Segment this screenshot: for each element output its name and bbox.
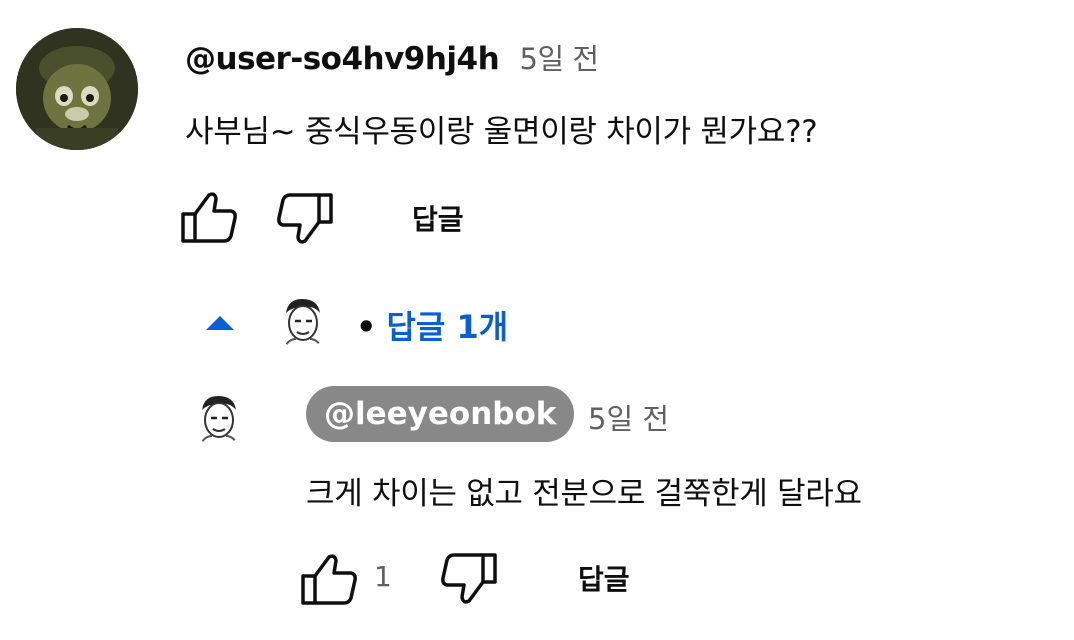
comment-text: 사부님~ 중식우동이랑 울면이랑 차이가 뭔가요?? — [185, 114, 818, 150]
reply-like-count: 1 — [374, 560, 392, 593]
toggle-bullet: • — [356, 308, 377, 346]
replies-toggle-label: 답글 1개 — [386, 308, 509, 346]
reply-button[interactable]: 답글 — [412, 198, 464, 238]
like-button[interactable] — [180, 190, 238, 248]
comment-time[interactable]: 5일 전 — [520, 42, 600, 76]
like-icon — [181, 192, 237, 243]
replier-avatar-preview — [274, 293, 330, 349]
reply-text: 크게 차이는 없고 전분으로 걸쭉한게 달라요 — [306, 476, 862, 512]
collapse-replies-button[interactable] — [204, 314, 236, 336]
commenter-avatar[interactable] — [16, 28, 138, 150]
comment-author[interactable]: @user-so4hv9hj4h 5일 전 — [185, 36, 599, 78]
reply-like-button[interactable] — [300, 552, 358, 610]
collapse-arrow-icon — [206, 316, 234, 330]
dislike-icon — [441, 553, 497, 604]
reply-author-chip[interactable]: @leeyeonbok — [306, 386, 575, 442]
like-icon — [301, 554, 357, 605]
reply-time[interactable]: 5일 전 — [588, 396, 669, 438]
replies-toggle[interactable]: • 답글 1개 — [356, 302, 508, 348]
reply-reply-button[interactable]: 답글 — [578, 558, 630, 598]
reply-dislike-button[interactable] — [440, 552, 498, 610]
dislike-icon — [277, 193, 333, 244]
dislike-button[interactable] — [276, 192, 334, 250]
reply-author-avatar[interactable] — [190, 390, 246, 446]
